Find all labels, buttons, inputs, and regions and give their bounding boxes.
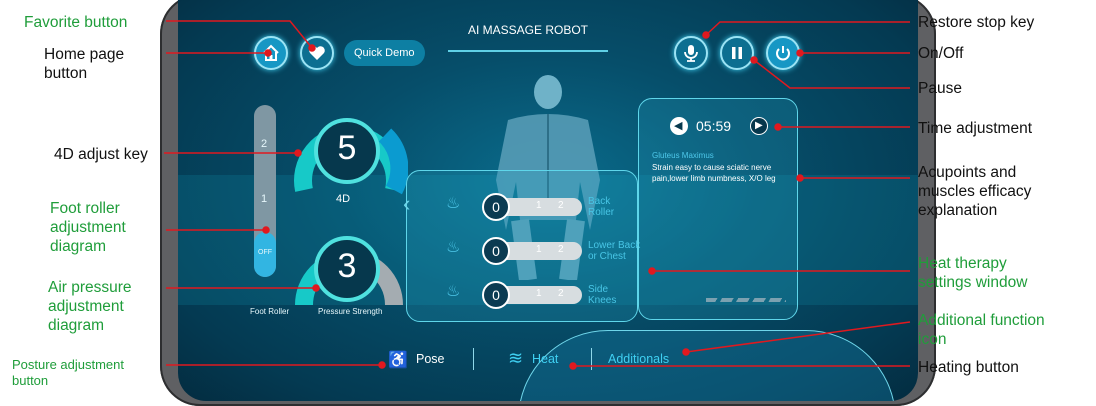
callout-home-button: Home page button: [44, 46, 125, 82]
callout-air-pressure: Air pressure adjustment diagram: [48, 279, 132, 334]
callout-on-off: On/Off: [918, 45, 964, 62]
callout-foot-roller: Foot roller adjustment diagram: [50, 200, 126, 255]
callout-additional-function: Additional function icon: [918, 312, 1045, 348]
callout-restore-stop-key: Restore stop key: [918, 14, 1035, 31]
callout-pause: Pause: [918, 80, 962, 97]
callout-posture-adjustment: Posture adjustment button: [12, 357, 125, 388]
callout-4d-adjust-key: 4D adjust key: [54, 146, 148, 163]
callout-acupoints: Acupoints and muscles efficacy explanati…: [918, 164, 1032, 219]
callout-time-adjustment: Time adjustment: [918, 120, 1032, 137]
callout-heat-therapy-window: Heat therapy settings window: [918, 255, 1028, 291]
callout-favorite-button: Favorite button: [24, 14, 128, 31]
callout-heating-button: Heating button: [918, 359, 1019, 376]
